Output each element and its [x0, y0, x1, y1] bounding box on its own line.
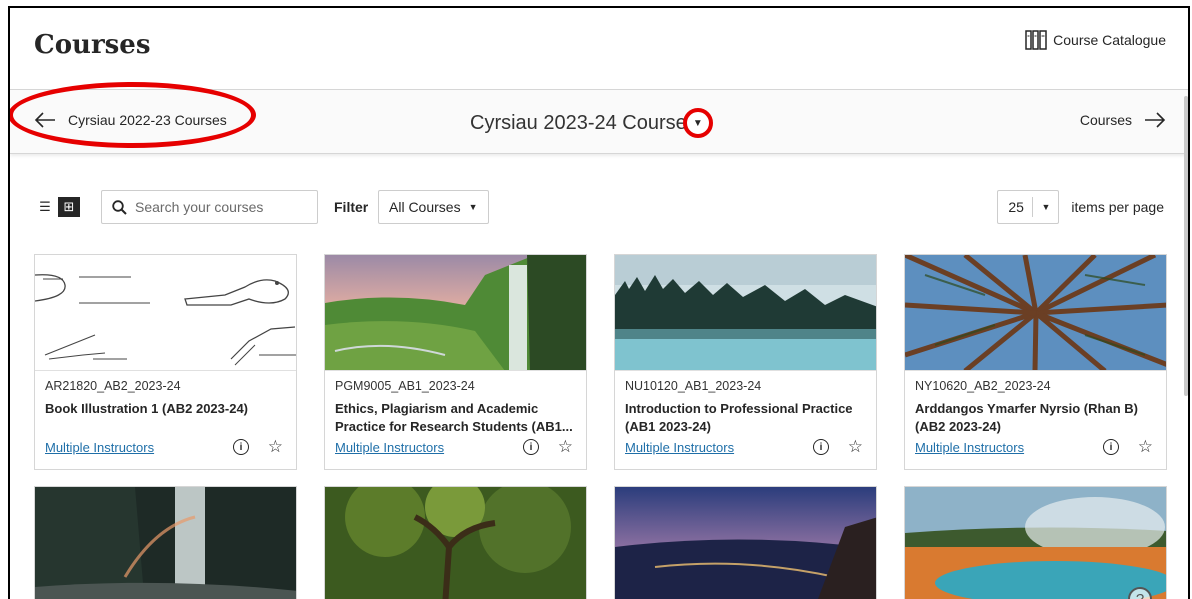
course-name[interactable]: Introduction to Professional Practice (A… [625, 400, 865, 436]
filter-select[interactable]: All Courses ▼ [378, 190, 489, 224]
course-card[interactable]: PGM9005_AB1_2023-24 Ethics, Plagiarism a… [324, 254, 587, 470]
course-code: NY10620_AB2_2023-24 [915, 379, 1051, 393]
arrow-right-icon [1145, 112, 1166, 128]
course-catalogue-label: Course Catalogue [1053, 32, 1166, 48]
star-icon[interactable]: ☆ [268, 437, 283, 457]
instructors-link[interactable]: Multiple Instructors [915, 440, 1024, 455]
caret-down-icon: ▼ [1041, 202, 1051, 212]
current-term: Cyrsiau 2023-24 Course ▼ [470, 108, 713, 138]
instructors-link[interactable]: Multiple Instructors [335, 440, 444, 455]
info-icon[interactable]: i [1103, 439, 1119, 455]
course-card[interactable] [34, 486, 297, 599]
course-thumbnail-trees [905, 255, 1166, 371]
course-card[interactable] [324, 486, 587, 599]
course-thumbnail-forest [325, 487, 586, 599]
previous-term-label: Cyrsiau 2022-23 Courses [68, 112, 227, 128]
view-toggle: ☰ ⊞ [34, 197, 80, 217]
star-icon[interactable]: ☆ [848, 437, 863, 457]
course-card[interactable]: ? [904, 486, 1167, 599]
instructors-link[interactable]: Multiple Instructors [625, 440, 734, 455]
course-code: NU10120_AB1_2023-24 [625, 379, 762, 393]
course-toolbar: ☰ ⊞ Filter All Courses ▼ 25 ▼ items per … [34, 190, 1164, 224]
current-term-label: Cyrsiau 2023-24 Course [470, 111, 687, 134]
per-page-label: items per page [1071, 199, 1164, 215]
next-term-button[interactable]: Courses [1080, 111, 1166, 129]
course-card[interactable]: NY10620_AB2_2023-24 Arddangos Ymarfer Ny… [904, 254, 1167, 470]
catalogue-icon [1025, 30, 1047, 50]
search-icon [112, 199, 127, 215]
course-card[interactable]: AR21820_AB2_2023-24 Book Illustration 1 … [34, 254, 297, 470]
term-navigation: Cyrsiau 2022-23 Courses Cyrsiau 2023-24 … [10, 90, 1188, 154]
course-thumbnail-hot-spring [905, 487, 1166, 599]
scrollbar[interactable] [1184, 96, 1188, 396]
course-card[interactable]: NU10120_AB1_2023-24 Introduction to Prof… [614, 254, 877, 470]
next-term-label: Courses [1079, 112, 1132, 128]
per-page-control: 25 ▼ items per page [997, 190, 1164, 224]
course-catalogue-link[interactable]: Course Catalogue [1025, 30, 1166, 50]
search-input[interactable] [135, 199, 305, 215]
per-page-value: 25 [1008, 199, 1024, 215]
course-code: PGM9005_AB1_2023-24 [335, 379, 475, 393]
page-header: Courses Course Catalogue [10, 8, 1188, 90]
info-icon[interactable]: i [813, 439, 829, 455]
course-thumbnail-night-city [615, 487, 876, 599]
course-grid: AR21820_AB2_2023-24 Book Illustration 1 … [34, 254, 1167, 599]
term-dropdown-button[interactable]: ▼ [682, 108, 713, 138]
select-divider [1032, 197, 1034, 217]
course-thumbnail-lake [615, 255, 876, 371]
course-thumbnail-sketch [35, 255, 296, 371]
arrow-left-icon [34, 112, 55, 128]
course-name[interactable]: Book Illustration 1 (AB2 2023-24) [45, 400, 285, 418]
star-icon[interactable]: ☆ [558, 437, 573, 457]
instructors-link[interactable]: Multiple Instructors [45, 440, 154, 455]
per-page-select[interactable]: 25 ▼ [997, 190, 1060, 224]
course-thumbnail-dark-waterfall [35, 487, 296, 599]
course-code: AR21820_AB2_2023-24 [45, 379, 181, 393]
search-box [101, 190, 318, 224]
info-icon[interactable]: i [523, 439, 539, 455]
course-name[interactable]: Arddangos Ymarfer Nyrsio (Rhan B) (AB2 2… [915, 400, 1155, 436]
caret-down-icon: ▼ [468, 202, 478, 212]
page-title: Courses [34, 30, 151, 60]
filter-label: Filter [334, 199, 369, 215]
previous-term-button[interactable]: Cyrsiau 2022-23 Courses [34, 111, 227, 129]
info-icon[interactable]: i [233, 439, 249, 455]
app-window: Courses Course Catalogue Cyrsiau 2022-23… [8, 6, 1190, 599]
caret-down-icon: ▼ [692, 117, 703, 129]
filter-value: All Courses [389, 199, 461, 215]
course-thumbnail-waterfall [325, 255, 586, 371]
course-card[interactable] [614, 486, 877, 599]
grid-view-button[interactable]: ⊞ [58, 197, 80, 217]
star-icon[interactable]: ☆ [1138, 437, 1153, 457]
course-name[interactable]: Ethics, Plagiarism and Academic Practice… [335, 400, 575, 436]
list-view-button[interactable]: ☰ [34, 197, 56, 217]
